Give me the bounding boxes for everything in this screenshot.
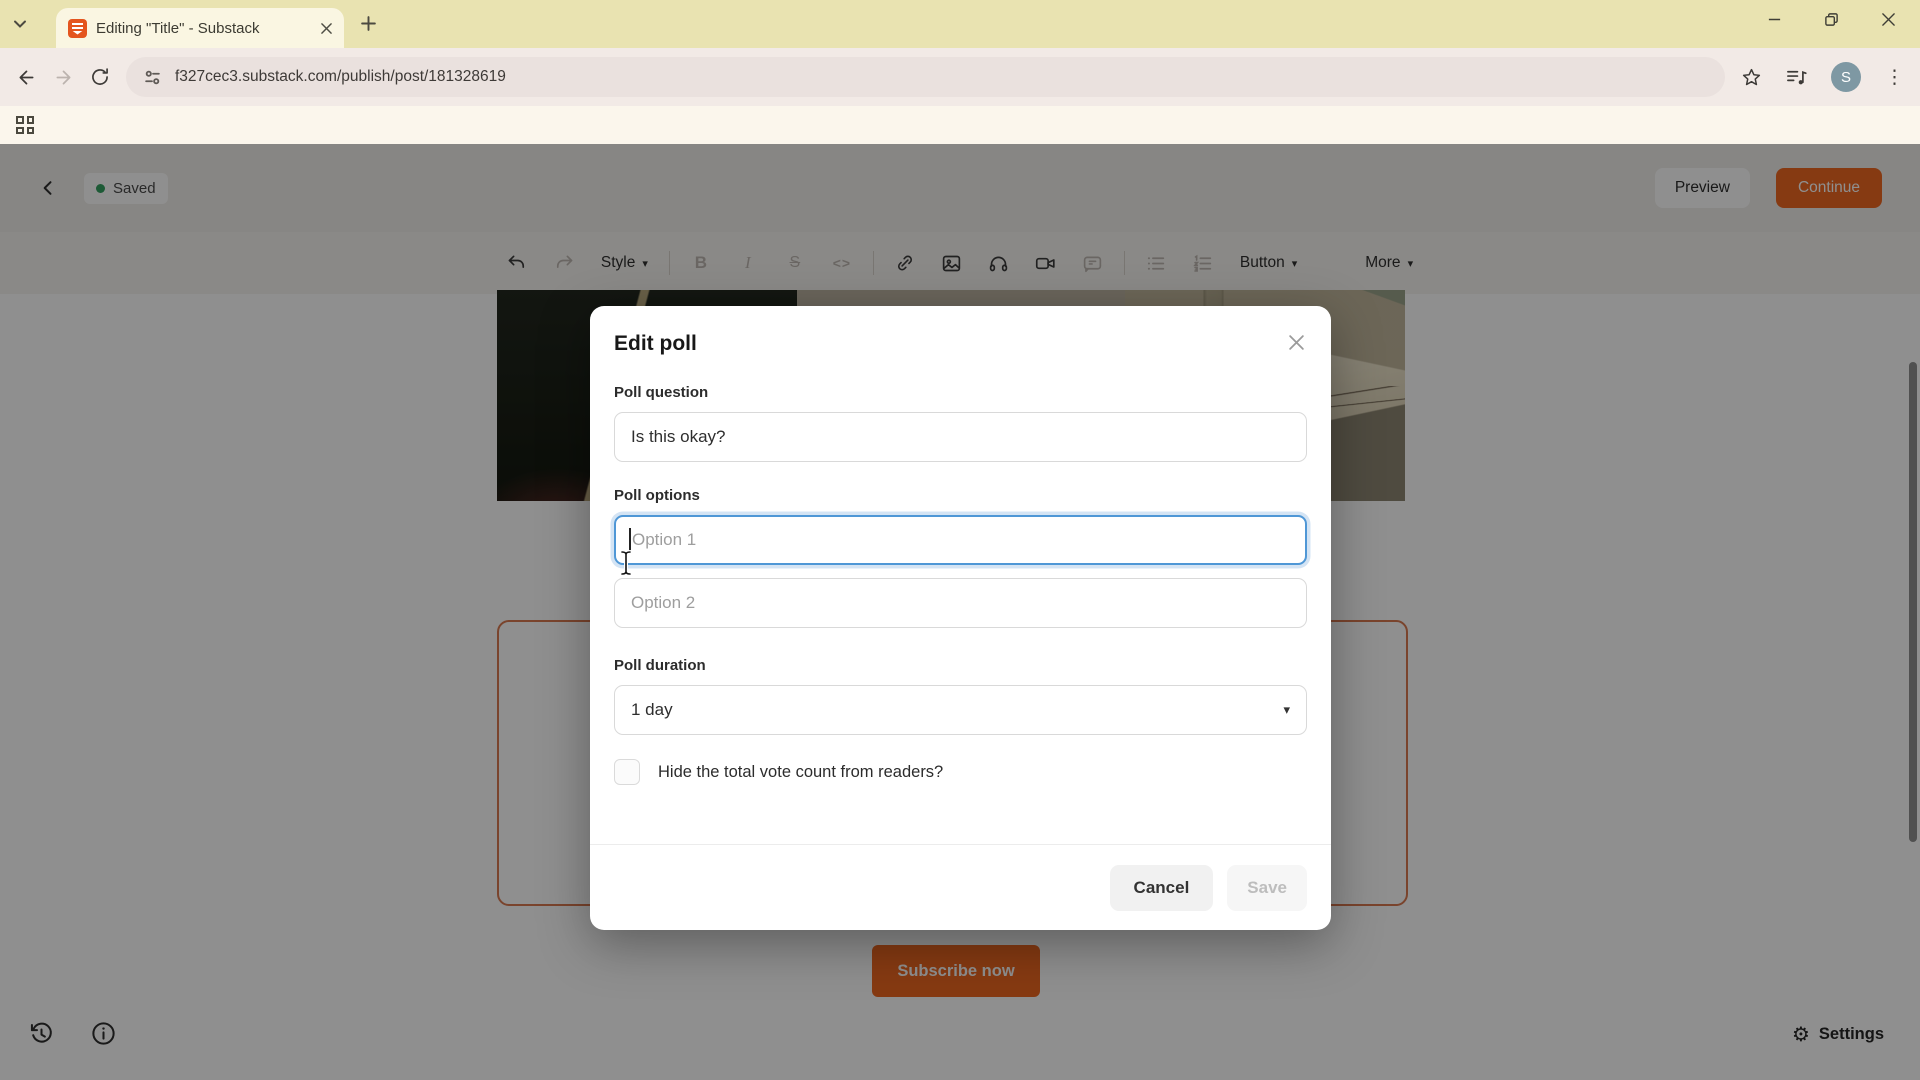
back-icon[interactable]	[16, 67, 37, 88]
substack-favicon-icon	[68, 19, 87, 38]
poll-option-1-input[interactable]	[614, 515, 1307, 565]
browser-tab[interactable]: Editing "Title" - Substack	[56, 8, 344, 48]
browser-window: Editing "Title" - Substack	[0, 0, 1920, 1080]
poll-question-input[interactable]	[614, 412, 1307, 462]
poll-options-label: Poll options	[614, 487, 1307, 504]
reload-icon[interactable]	[90, 67, 110, 87]
select-caret-icon: ▾	[1283, 702, 1290, 718]
poll-question-label: Poll question	[614, 384, 1307, 401]
hide-vote-count-label: Hide the total vote count from readers?	[658, 763, 943, 782]
tab-strip: Editing "Title" - Substack	[0, 0, 1920, 48]
poll-duration-select[interactable]: 1 day ▾	[614, 685, 1307, 735]
media-controls-icon[interactable]	[1786, 67, 1807, 88]
cancel-button[interactable]: Cancel	[1110, 865, 1214, 911]
tab-search-chevron-icon[interactable]	[12, 16, 28, 32]
modal-close-icon[interactable]	[1286, 332, 1307, 353]
window-minimize-icon[interactable]	[1767, 12, 1782, 27]
bookmarks-bar	[0, 106, 1920, 144]
poll-option-2-input[interactable]	[614, 578, 1307, 628]
window-maximize-icon[interactable]	[1824, 12, 1839, 27]
window-close-icon[interactable]	[1881, 12, 1896, 27]
url-text: f327cec3.substack.com/publish/post/18132…	[175, 68, 506, 86]
apps-grid-icon[interactable]	[16, 116, 34, 134]
text-caret	[629, 528, 631, 552]
browser-menu-icon[interactable]: ⋮	[1885, 66, 1904, 89]
substack-editor-page: Saved Preview Continue Style▾ B I S <>	[0, 144, 1920, 1080]
address-bar[interactable]: f327cec3.substack.com/publish/post/18132…	[126, 57, 1725, 97]
hide-vote-count-checkbox[interactable]	[614, 759, 640, 785]
window-controls	[1767, 12, 1896, 27]
modal-title: Edit poll	[614, 332, 697, 356]
profile-avatar[interactable]: S	[1831, 62, 1861, 92]
edit-poll-modal: Edit poll Poll question Poll options Pol…	[590, 306, 1331, 930]
tab-title: Editing "Title" - Substack	[96, 20, 310, 37]
browser-navbar: f327cec3.substack.com/publish/post/18132…	[0, 48, 1920, 106]
save-button[interactable]: Save	[1227, 865, 1307, 911]
forward-icon[interactable]	[53, 67, 74, 88]
new-tab-button[interactable]	[360, 15, 377, 32]
site-info-icon[interactable]	[144, 69, 161, 86]
poll-duration-label: Poll duration	[614, 657, 1307, 674]
tab-close-icon[interactable]	[319, 21, 334, 36]
bookmark-star-icon[interactable]	[1741, 67, 1762, 88]
